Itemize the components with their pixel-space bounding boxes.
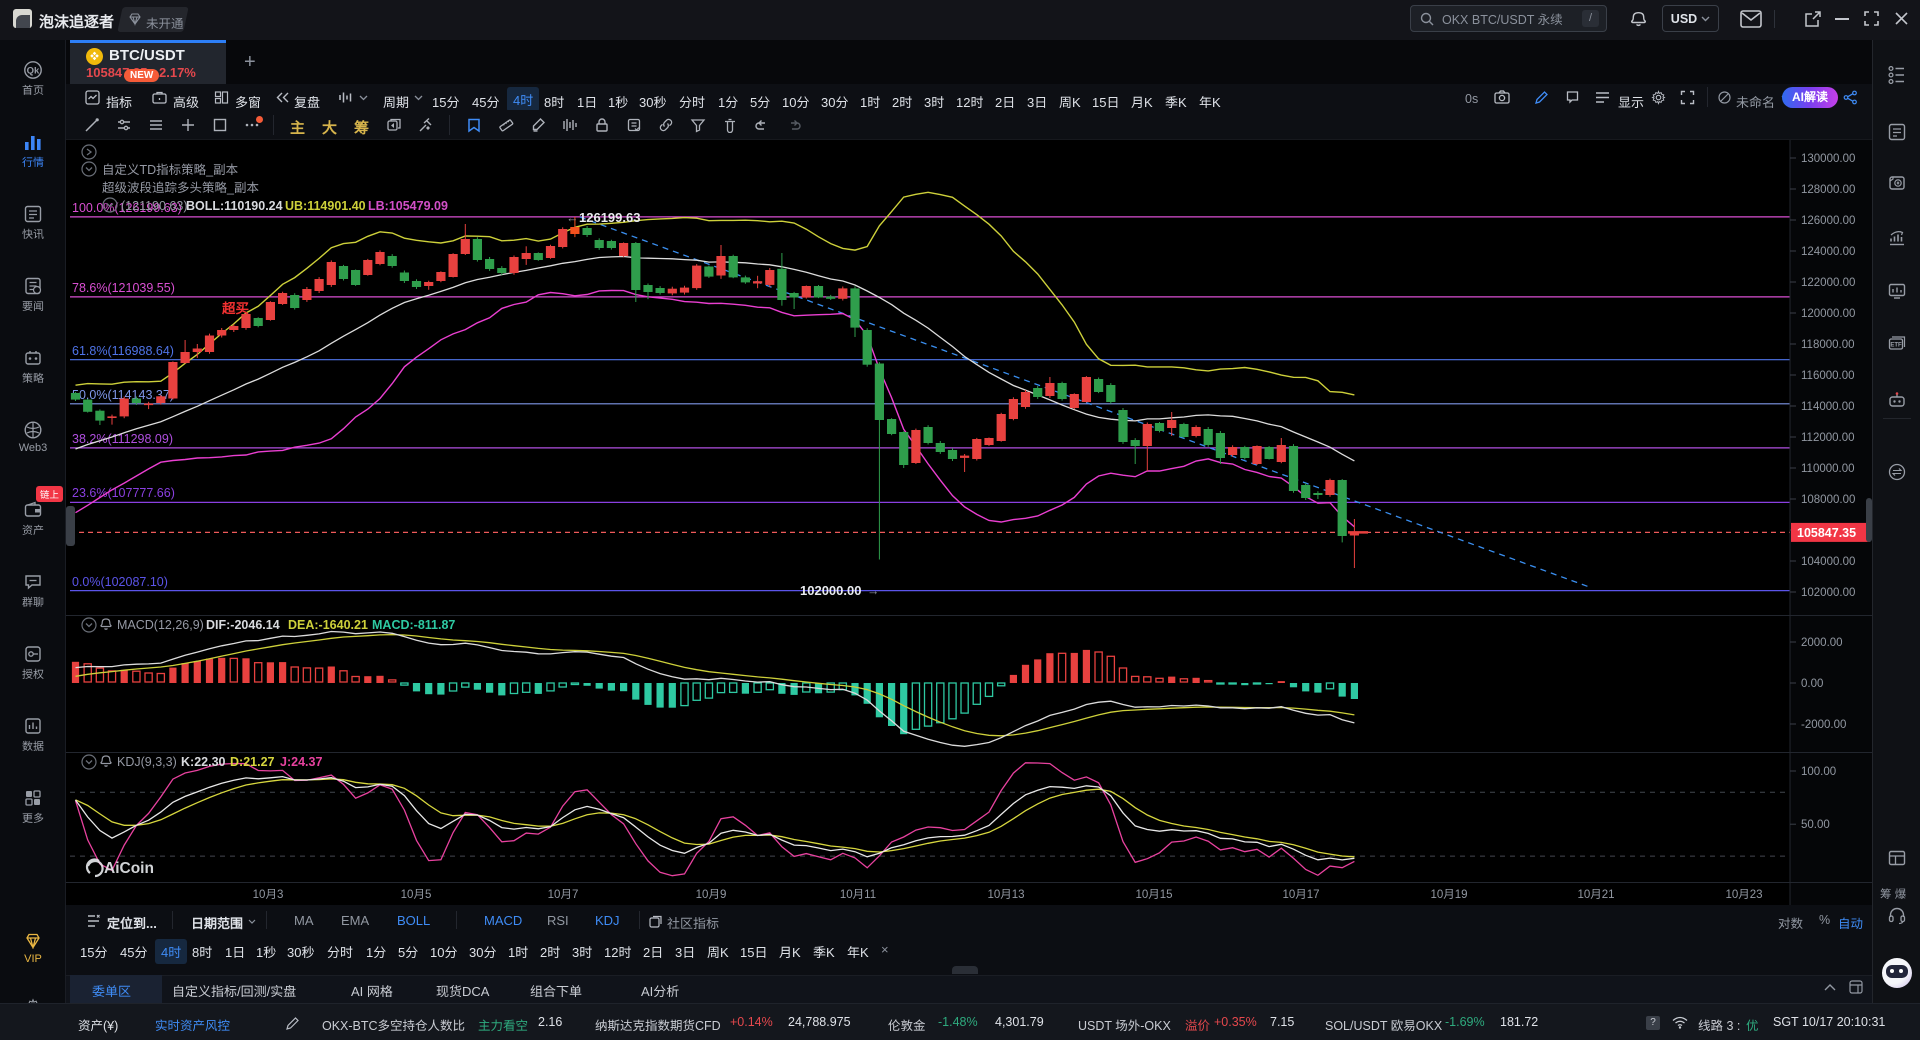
svg-text:10月3: 10月3 (253, 888, 284, 901)
svg-text:AiCoin: AiCoin (104, 860, 154, 877)
svg-text:114000.00: 114000.00 (1801, 401, 1855, 413)
svg-text:DEA:-1640.21: DEA:-1640.21 (288, 618, 368, 632)
svg-text:105847.35: 105847.35 (1797, 526, 1856, 540)
svg-text:110000.00: 110000.00 (1801, 463, 1855, 475)
svg-text:23.6%(107777.66): 23.6%(107777.66) (72, 486, 175, 500)
svg-text:38.2%(111298.09): 38.2%(111298.09) (72, 432, 173, 446)
svg-text:10月7: 10月7 (548, 888, 579, 901)
svg-text:Qk: Qk (27, 66, 40, 77)
svg-text:124000.00: 124000.00 (1801, 246, 1855, 258)
svg-text:2000.00: 2000.00 (1801, 637, 1843, 649)
svg-text:→: → (867, 584, 880, 598)
svg-text:102000.00: 102000.00 (1801, 587, 1855, 599)
svg-text:104000.00: 104000.00 (1801, 556, 1855, 568)
svg-text:112000.00: 112000.00 (1801, 432, 1855, 444)
svg-text:100.00: 100.00 (1801, 766, 1836, 778)
svg-text:DIF:-2046.14: DIF:-2046.14 (206, 618, 280, 632)
svg-text:126199.63: 126199.63 (579, 210, 640, 225)
svg-text:10月21: 10月21 (1577, 888, 1614, 901)
svg-text:10月13: 10月13 (987, 888, 1024, 901)
svg-text:108000.00: 108000.00 (1801, 494, 1855, 506)
svg-text:126000.00: 126000.00 (1801, 215, 1855, 227)
svg-text:10月15: 10月15 (1135, 888, 1172, 901)
svg-text:10月23: 10月23 (1725, 888, 1762, 901)
svg-text:MACD:-811.87: MACD:-811.87 (372, 618, 455, 632)
svg-text:128000.00: 128000.00 (1801, 184, 1855, 196)
svg-text:ETF: ETF (1890, 343, 1902, 349)
svg-text:自定义TD指标策略_副本: 自定义TD指标策略_副本 (102, 163, 239, 177)
svg-text:10月5: 10月5 (401, 888, 432, 901)
svg-text:61.8%(116988.64): 61.8%(116988.64) (72, 344, 174, 358)
svg-text:0.00: 0.00 (1801, 678, 1823, 690)
svg-text:超级波段追踪多头策略_副本: 超级波段追踪多头策略_副本 (102, 181, 259, 195)
svg-text:120000.00: 120000.00 (1801, 308, 1855, 320)
svg-text:10月9: 10月9 (696, 888, 727, 901)
svg-text:J:24.37: J:24.37 (280, 755, 322, 769)
svg-text:0.0%(102087.10): 0.0%(102087.10) (72, 575, 168, 589)
svg-text:78.6%(121039.55): 78.6%(121039.55) (72, 281, 175, 295)
svg-text:超买: 超买 (221, 301, 249, 316)
svg-text:←: ← (566, 211, 579, 225)
svg-text:102000.00: 102000.00 (800, 583, 861, 598)
svg-text:K:22.30: K:22.30 (181, 755, 226, 769)
svg-text:BOLL:110190.24: BOLL:110190.24 (186, 199, 283, 213)
svg-text:(121190.63): (121190.63) (121, 199, 188, 213)
svg-text:10月19: 10月19 (1430, 888, 1467, 901)
svg-text:KDJ(9,3,3): KDJ(9,3,3) (117, 755, 177, 769)
svg-text:D:21.27: D:21.27 (230, 755, 275, 769)
svg-text:130000.00: 130000.00 (1801, 153, 1855, 165)
svg-text:-2000.00: -2000.00 (1801, 719, 1846, 731)
svg-text:10月11: 10月11 (840, 888, 876, 901)
svg-text:118000.00: 118000.00 (1801, 339, 1855, 351)
svg-text:MACD(12,26,9): MACD(12,26,9) (117, 618, 204, 632)
svg-text:116000.00: 116000.00 (1801, 370, 1855, 382)
svg-text:50.00: 50.00 (1801, 819, 1830, 831)
svg-text:122000.00: 122000.00 (1801, 277, 1855, 289)
svg-text:LB:105479.09: LB:105479.09 (368, 199, 448, 213)
svg-text:UB:114901.40: UB:114901.40 (285, 199, 366, 213)
svg-text:10月17: 10月17 (1282, 888, 1319, 901)
